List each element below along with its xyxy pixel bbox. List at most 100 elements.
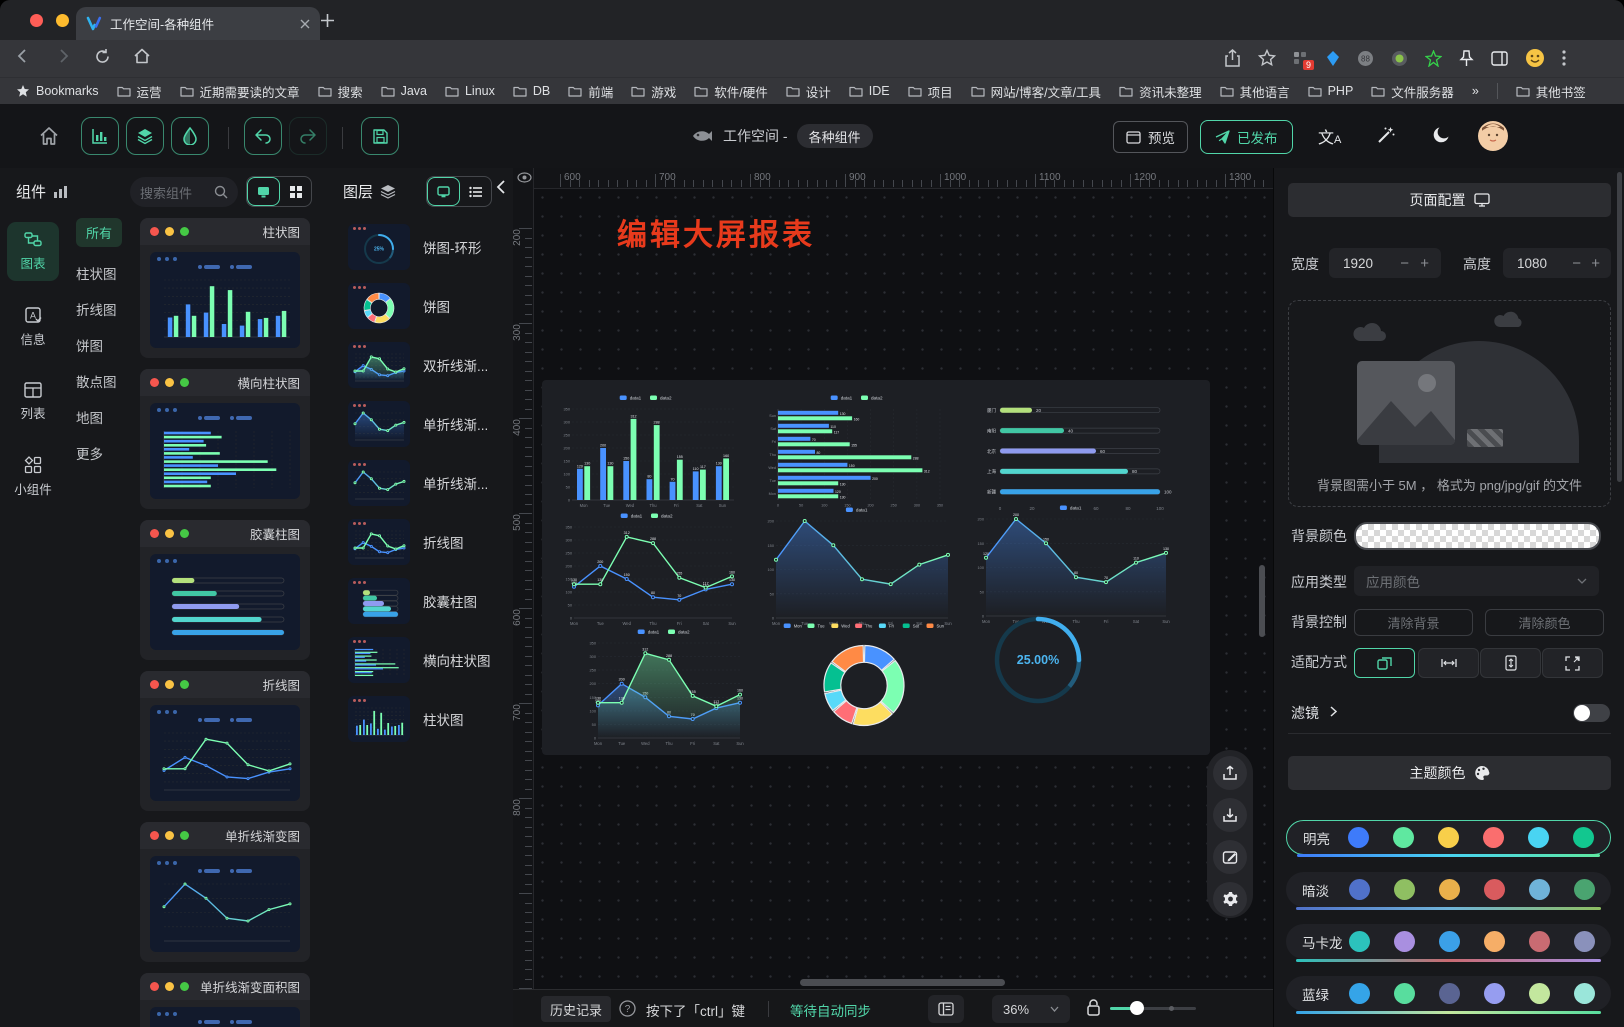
component-card-单折线渐变面积图[interactable]: 单折线渐变面积图 (140, 973, 310, 1027)
layer-item-横向柱状图[interactable]: 横向柱状图 (348, 637, 508, 683)
layer-item-胶囊柱图[interactable]: 胶囊柱图 (348, 578, 508, 624)
browser-tab[interactable]: 工作空间-各种组件 (76, 7, 320, 40)
sidebar-toggle-icon[interactable] (1491, 51, 1508, 66)
canvas-area[interactable]: 6007008009001000110012001300 20030040050… (513, 168, 1273, 989)
layers-tool-button[interactable] (126, 117, 164, 155)
chart-donut[interactable]: MonTueWedThuFriSatSun (776, 620, 952, 738)
category-更多[interactable]: 更多 (76, 443, 103, 463)
component-card-横向柱状图[interactable]: 横向柱状图 (140, 369, 310, 509)
bookmark-folder[interactable]: 游戏 (631, 82, 676, 101)
extension-green-icon[interactable] (1391, 50, 1408, 67)
chart-bar-grouped[interactable]: data1data2050100150200250300350MonTueWed… (556, 392, 738, 510)
bookmark-folder[interactable]: 设计 (786, 82, 831, 101)
project-name-pill[interactable]: 各种组件 (797, 124, 873, 148)
sidebar-item-列表[interactable]: 列表 (7, 373, 59, 431)
chart-horizontal-bar[interactable]: data1data2050100150200250300350Sun130160… (762, 392, 954, 510)
forward-icon[interactable] (54, 47, 72, 65)
category-柱状图[interactable]: 柱状图 (76, 263, 117, 283)
bookmark-folder[interactable]: 搜索 (318, 82, 363, 101)
extensions-pin-icon[interactable] (1459, 50, 1474, 67)
bookmark-star-icon[interactable] (1258, 49, 1276, 67)
redo-button[interactable] (289, 117, 327, 155)
filter-toggle[interactable] (1573, 704, 1610, 722)
publish-button[interactable]: 已发布 (1200, 120, 1293, 154)
clear-background-button[interactable]: 清除背景 (1354, 609, 1473, 636)
layer-item-饼图-环形[interactable]: 25%饼图-环形 (348, 224, 508, 270)
canvas-text-element[interactable]: 编辑大屏报表 (617, 210, 815, 254)
layer-item-单折线渐...[interactable]: 单折线渐... (348, 401, 508, 447)
single-view-toggle[interactable] (247, 177, 280, 206)
bookmark-folder[interactable]: 资讯未整理 (1119, 82, 1202, 101)
config-scrollbar[interactable] (1617, 172, 1622, 482)
tab-close-icon[interactable] (300, 19, 310, 29)
category-饼图[interactable]: 饼图 (76, 335, 103, 355)
bookmark-folder[interactable]: IDE (849, 84, 890, 98)
chart-line-single[interactable]: data1050100150200MonTueWedThuFriSatSun (762, 504, 954, 628)
layer-item-饼图[interactable]: 饼图 (348, 283, 508, 329)
fit-stretch-button[interactable] (1542, 648, 1603, 678)
bookmark-folder[interactable]: 项目 (908, 82, 953, 101)
canvas-vertical-scrollbar[interactable] (1259, 565, 1265, 637)
fit-width-button[interactable] (1418, 648, 1479, 678)
chrome-menu-icon[interactable] (1562, 50, 1566, 66)
back-icon[interactable] (14, 47, 32, 65)
history-button[interactable]: 历史记录 (541, 996, 611, 1022)
layers-list-view-toggle[interactable] (460, 177, 491, 206)
bookmarks-overflow-chevron[interactable]: » (1472, 84, 1479, 98)
height-input[interactable]: 1080 − + (1503, 248, 1611, 278)
preview-button[interactable]: 预览 (1113, 121, 1188, 153)
extension-blue-icon[interactable] (1326, 50, 1340, 67)
clear-color-button[interactable]: 清除颜色 (1485, 609, 1604, 636)
undo-button[interactable] (244, 117, 282, 155)
layer-item-双折线渐...[interactable]: 双折线渐... (348, 342, 508, 388)
new-tab-button[interactable] (320, 13, 335, 28)
bookmark-folder[interactable]: PHP (1308, 84, 1354, 98)
search-input[interactable]: 搜索组件 (130, 177, 238, 207)
chart-line-grouped[interactable]: data1data2050100150200250300350MonTueWed… (558, 510, 738, 628)
edit-button[interactable] (1213, 840, 1247, 874)
page-config-header[interactable]: 页面配置 (1288, 183, 1611, 217)
app-type-select[interactable]: 应用颜色 (1354, 566, 1599, 596)
category-所有[interactable]: 所有 (76, 218, 122, 247)
dark-mode-moon-icon[interactable] (1432, 125, 1451, 144)
home-icon[interactable] (133, 47, 151, 65)
chart-capsule[interactable]: 厦门20南阳40北京60上海80新疆100020406080100 (972, 396, 1182, 514)
theme-row-暗淡[interactable]: 暗淡 (1286, 872, 1611, 907)
magic-wand-icon[interactable] (1376, 125, 1396, 145)
language-icon[interactable]: 文A (1318, 124, 1341, 148)
save-button[interactable] (361, 117, 399, 155)
chart-progress-ring[interactable]: 25.00% (978, 608, 1098, 712)
history-panel-button[interactable] (928, 995, 964, 1023)
background-upload-area[interactable]: 背景图需小于 5M ， 格式为 png/jpg/gif 的文件 (1288, 300, 1611, 507)
user-avatar[interactable] (1478, 121, 1508, 151)
extension-tabs-icon[interactable]: 9 (1293, 50, 1309, 66)
bookmark-folder[interactable]: 近期需要读的文章 (180, 82, 300, 101)
component-card-单折线渐变图[interactable]: 单折线渐变图 (140, 822, 310, 962)
charts-tool-button[interactable] (81, 117, 119, 155)
component-card-柱状图[interactable]: 柱状图 (140, 218, 310, 358)
extension-gray-icon[interactable]: 88 (1357, 50, 1374, 67)
bookmark-folder[interactable]: 其他语言 (1220, 82, 1290, 101)
bookmark-folder[interactable]: Linux (445, 84, 495, 98)
layer-item-折线图[interactable]: 折线图 (348, 519, 508, 565)
bg-color-swatch[interactable] (1354, 522, 1601, 550)
theme-color-header[interactable]: 主题颜色 (1288, 756, 1611, 790)
bookmark-folder[interactable]: 运营 (117, 82, 162, 101)
bookmark-folder[interactable]: 软件/硬件 (694, 82, 767, 101)
extension-star-icon[interactable] (1425, 50, 1442, 67)
component-card-折线图[interactable]: 折线图 (140, 671, 310, 811)
bookmark-folder[interactable]: 文件服务器 (1371, 82, 1454, 101)
category-地图[interactable]: 地图 (76, 407, 103, 427)
help-icon[interactable]: ? (619, 1000, 636, 1017)
layer-item-单折线渐...[interactable]: 单折线渐... (348, 460, 508, 506)
share-icon[interactable] (1224, 49, 1241, 68)
bookmark-folder[interactable]: 前端 (568, 82, 613, 101)
filter-expand-chevron[interactable] (1330, 706, 1337, 717)
sidebar-item-信息[interactable]: A信息 (7, 297, 59, 357)
settings-gear-button[interactable] (1213, 882, 1247, 916)
import-button[interactable] (1213, 798, 1247, 832)
canvas-horizontal-scrollbar[interactable] (800, 979, 1005, 986)
height-minus[interactable]: − (1572, 255, 1581, 272)
zoom-lock-icon[interactable] (1086, 998, 1101, 1017)
layers-thumb-view-toggle[interactable] (427, 177, 460, 206)
